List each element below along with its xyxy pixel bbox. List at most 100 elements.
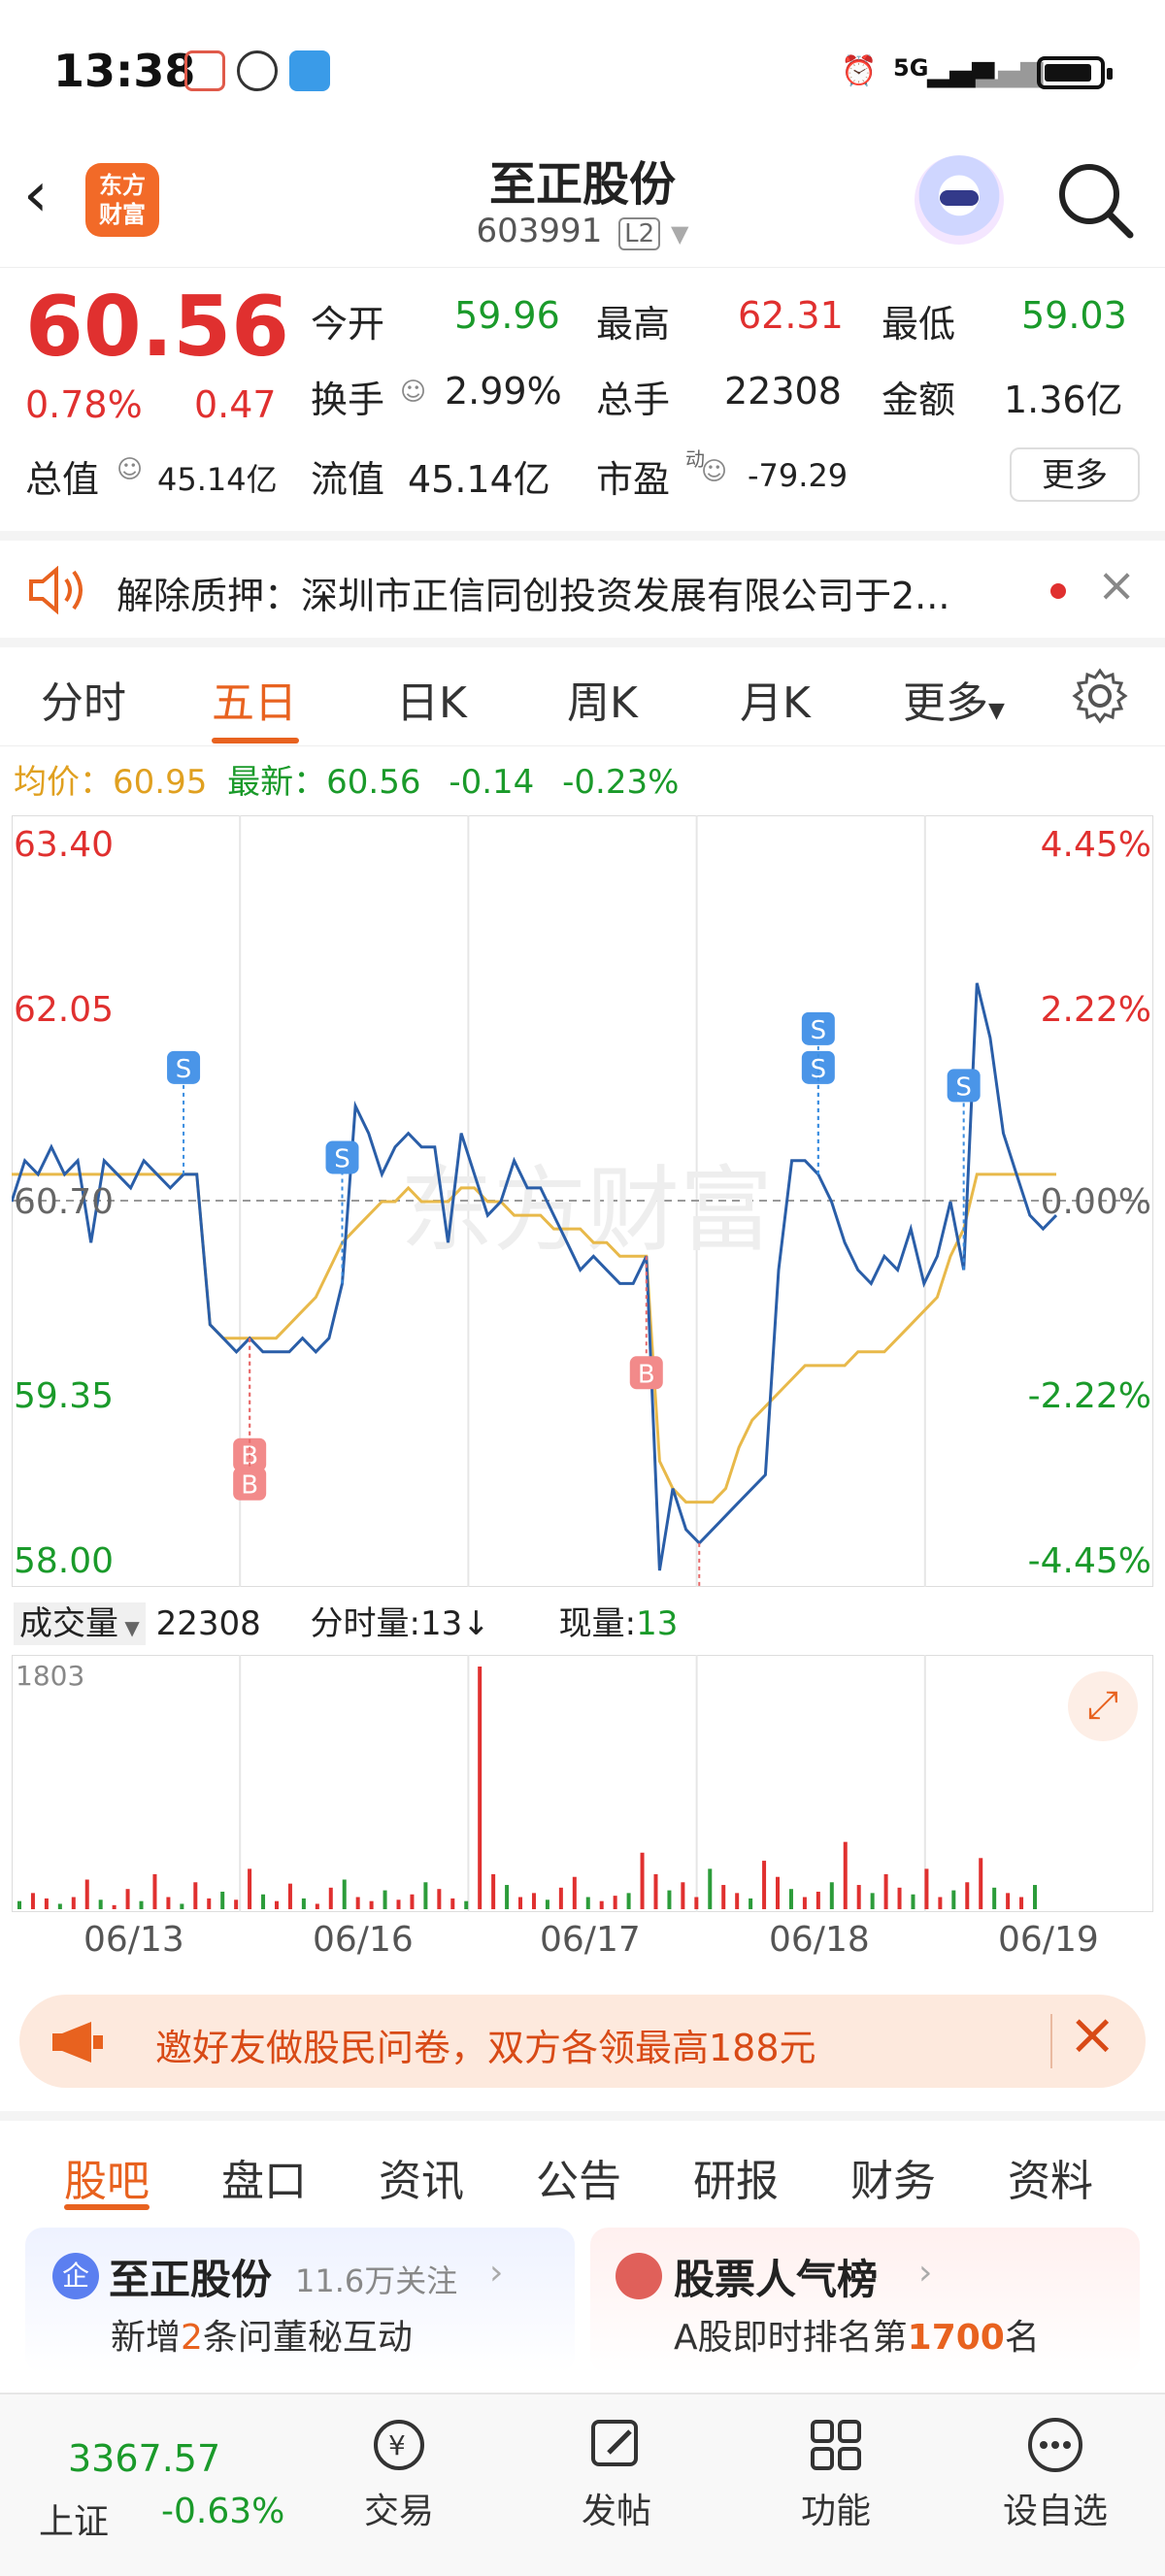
volume-bar — [897, 1887, 902, 1909]
volume-bar — [572, 1876, 577, 1909]
volume-bar — [626, 1893, 631, 1909]
tab-orderbook[interactable]: 盘口 — [221, 2146, 307, 2208]
tab-daily-k[interactable]: 日K — [396, 668, 467, 730]
tab-news[interactable]: 资讯 — [379, 2146, 464, 2208]
tab-finance[interactable]: 财务 — [850, 2146, 936, 2208]
volume-bar — [450, 1898, 455, 1909]
volume-bar — [261, 1894, 266, 1909]
tab-research[interactable]: 研报 — [693, 2146, 779, 2208]
forum-card[interactable]: 企 至正股份 11.6万关注 › 新增2条问董秘互动 — [25, 2228, 575, 2373]
volume-bar — [437, 1889, 442, 1909]
latest-label: 最新： — [227, 763, 327, 802]
volume-bar — [979, 1858, 983, 1909]
popularity-line-num: 1700 — [907, 2318, 1005, 2358]
tab-intraday[interactable]: 分时 — [41, 668, 126, 730]
volume-bar — [112, 1904, 116, 1909]
volume-bar — [992, 1887, 997, 1909]
xtick-2: 06/17 — [540, 1920, 641, 1960]
volume-bar — [369, 1900, 374, 1909]
ytick-right-2: 0.00% — [1040, 1182, 1151, 1222]
high-label: 最高 — [596, 303, 671, 346]
change-value: 0.47 — [194, 383, 277, 426]
volume-bar — [911, 1894, 915, 1909]
low-value: 59.03 — [1021, 294, 1127, 337]
functions-button[interactable]: 功能 — [763, 2394, 909, 2533]
volume-bar — [274, 1900, 279, 1909]
expand-icon[interactable]: ⤢ — [1068, 1671, 1138, 1741]
close-icon[interactable]: × — [1097, 558, 1136, 612]
volume-bar — [301, 1898, 306, 1909]
tab-announcements[interactable]: 公告 — [536, 2146, 621, 2208]
search-icon[interactable] — [1054, 159, 1136, 241]
volume-bar — [44, 1898, 49, 1909]
popularity-card[interactable]: 股票人气榜 › A股即时排名第1700名 — [590, 2228, 1140, 2373]
speaker-icon — [29, 566, 83, 614]
volume-bar — [788, 1889, 793, 1909]
close-icon[interactable]: × — [1068, 2000, 1116, 2068]
tab-weekly-k[interactable]: 周K — [567, 668, 638, 730]
popularity-card-title: 股票人气榜 — [674, 2256, 879, 2303]
avg-label: 均价： — [14, 763, 113, 802]
tab-monthly-k[interactable]: 月K — [740, 668, 811, 730]
more-button[interactable]: 更多 — [1010, 447, 1140, 502]
pe-label: 市盈 — [596, 458, 671, 501]
tab-five-day[interactable]: 五日 — [212, 668, 297, 730]
marker-label: B — [638, 1360, 655, 1389]
volume-bars — [17, 1667, 1037, 1909]
volume-bar — [558, 1887, 563, 1909]
xtick-0: 06/13 — [83, 1920, 184, 1960]
volume-bar — [667, 1890, 672, 1909]
assistant-robot-icon[interactable] — [915, 155, 1004, 245]
volume-selector[interactable]: 成交量 ▼ — [14, 1602, 146, 1645]
marker-label: S — [811, 1016, 827, 1045]
latest-change: -0.14 — [449, 763, 535, 802]
latest-change-pct: -0.23% — [562, 763, 680, 802]
news-text: 解除质押：深圳市正信同创投资发展有限公司于2... — [116, 575, 950, 617]
marker-label: S — [955, 1073, 972, 1102]
tab-forum[interactable]: 股吧 — [64, 2146, 150, 2208]
volume-bar — [856, 1885, 861, 1909]
forum-line-num: 2 — [181, 2318, 203, 2358]
amount-value: 1.36亿 — [1004, 379, 1123, 421]
xtick-4: 06/19 — [998, 1920, 1099, 1960]
ytick-right-0: 4.45% — [1040, 825, 1151, 865]
volume-bar — [749, 1898, 753, 1909]
volume-bar — [491, 1873, 496, 1909]
tab-more[interactable]: 更多▼ — [903, 668, 1005, 730]
volume-bar — [1019, 1897, 1024, 1909]
status-time: 13:38 — [53, 45, 196, 97]
unread-dot — [1050, 583, 1066, 599]
volume-max: 1803 — [16, 1660, 85, 1692]
info-icon[interactable]: ☺ — [116, 455, 143, 484]
promo-banner[interactable]: 邀好友做股民问卷，双方各领最高188元 × — [19, 1995, 1146, 2088]
functions-label: 功能 — [800, 2492, 871, 2531]
news-ticker[interactable]: 解除质押：深圳市正信同创投资发展有限公司于2... × — [0, 541, 1165, 647]
volume-bar — [1006, 1893, 1011, 1909]
active-tab-indicator — [212, 738, 299, 743]
yuan-cycle-icon: ¥ — [374, 2420, 424, 2470]
chevron-down-icon: ▼ — [988, 699, 1005, 723]
quote-panel: 60.56 0.78% 0.47 今开 59.96 最高 62.31 最低 59… — [0, 269, 1165, 541]
volume-bar — [965, 1882, 970, 1909]
add-watchlist-button[interactable]: 设自选 — [982, 2394, 1128, 2533]
volume-bar — [125, 1889, 130, 1909]
chevron-right-icon: › — [918, 2253, 933, 2293]
volume-bar — [653, 1873, 658, 1909]
volume-bar — [139, 1900, 144, 1909]
volume-bar — [518, 1897, 523, 1909]
index-value[interactable]: 3367.57 — [68, 2437, 220, 2480]
volume-bar — [315, 1903, 319, 1909]
mktcap-label: 总值 — [25, 458, 100, 501]
info-icon[interactable]: ☺ — [701, 457, 727, 486]
volume-bar — [166, 1897, 171, 1909]
volume-bar — [207, 1898, 212, 1909]
high-value: 62.31 — [738, 294, 844, 337]
trade-button[interactable]: ¥ 交易 — [326, 2394, 472, 2533]
post-button[interactable]: 发帖 — [544, 2394, 689, 2533]
info-icon[interactable]: ☺ — [400, 378, 426, 407]
ytick-left-1: 62.05 — [14, 990, 115, 1030]
volume-chart[interactable] — [12, 1655, 1153, 1912]
volume-value: 22308 — [724, 370, 842, 413]
gear-icon[interactable] — [1072, 668, 1128, 724]
tab-profile[interactable]: 资料 — [1008, 2146, 1093, 2208]
